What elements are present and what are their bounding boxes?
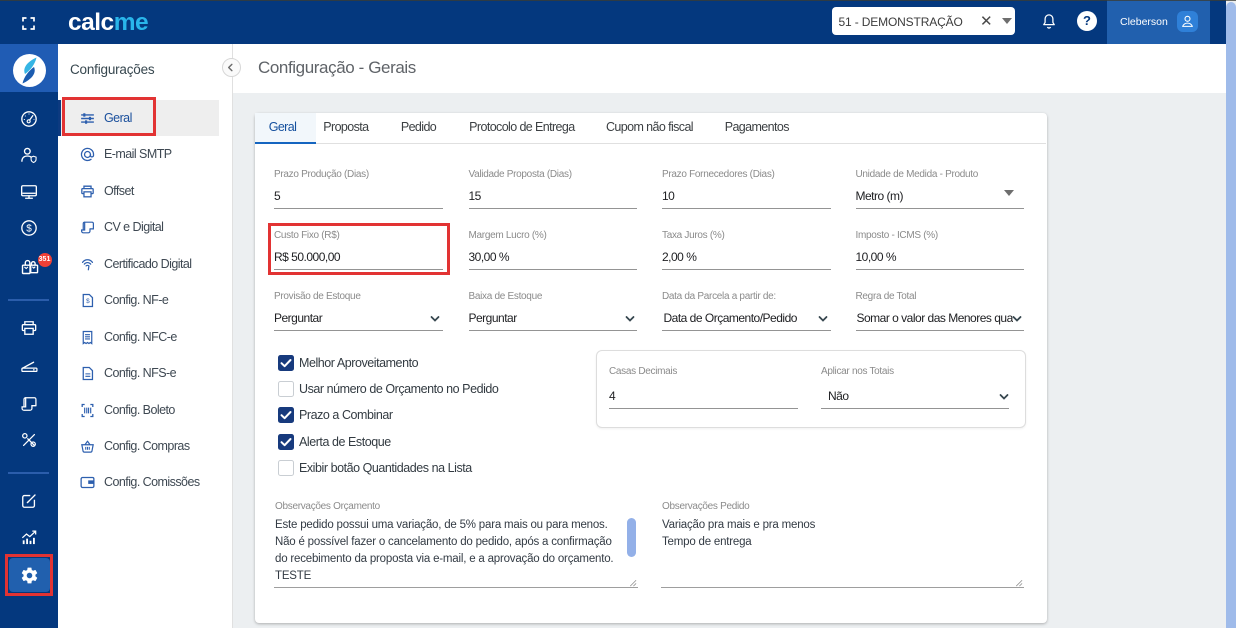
svg-text:$: $ xyxy=(86,298,90,305)
svg-text:$: $ xyxy=(26,224,32,235)
